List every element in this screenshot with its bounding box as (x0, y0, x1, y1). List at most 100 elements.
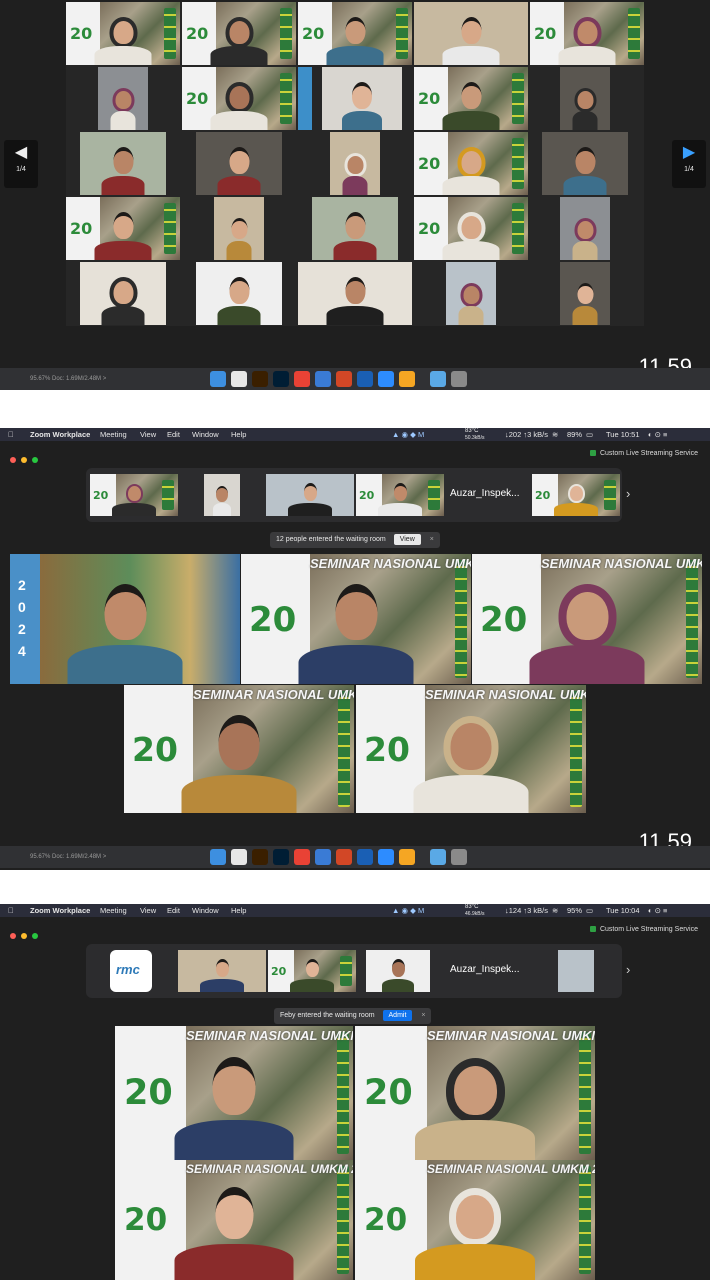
window-controls[interactable] (10, 450, 43, 468)
menu-window[interactable]: Window (192, 904, 219, 917)
folder-icon[interactable] (430, 371, 446, 387)
close-window-icon[interactable] (10, 457, 16, 463)
video-tile[interactable] (196, 262, 282, 325)
video-tile[interactable]: 20 (182, 67, 296, 130)
video-tile[interactable] (558, 950, 594, 992)
zoom-window-icon[interactable] (32, 457, 38, 463)
chrome-icon[interactable] (294, 371, 310, 387)
video-tile[interactable]: 20 (414, 197, 528, 260)
menubar-app-name[interactable]: Zoom Workplace (30, 904, 90, 917)
video-tile[interactable]: 20 (268, 950, 356, 992)
minimize-window-icon[interactable] (21, 457, 27, 463)
video-tile[interactable]: 20 (414, 67, 528, 130)
video-tile[interactable]: 20 SEMINAR NASIONAL UMKM 2024 (115, 1160, 353, 1280)
close-notification-icon[interactable]: × (430, 532, 434, 548)
view-waiting-button[interactable]: View (393, 534, 421, 545)
video-tile[interactable] (312, 197, 398, 260)
strip-participant-name[interactable]: Auzar_Inspek... (450, 488, 519, 499)
word-icon[interactable] (357, 849, 373, 865)
video-tile[interactable]: 20 (182, 2, 296, 65)
year-banner-tile[interactable] (298, 67, 312, 130)
video-tile[interactable] (98, 67, 148, 130)
calendar-icon[interactable] (231, 371, 247, 387)
video-tile[interactable] (330, 132, 380, 195)
video-tile[interactable]: 20 SEMINAR NASIONAL UMKM 2024 (356, 685, 586, 813)
video-tile[interactable] (178, 950, 266, 992)
strip-next-button[interactable]: › (626, 486, 630, 501)
presenter-tile-year[interactable]: 2024 (10, 554, 240, 684)
powerpoint-icon[interactable] (336, 371, 352, 387)
video-tile[interactable] (80, 262, 166, 325)
strip-participant-name[interactable]: Auzar_Inspek... (450, 964, 519, 975)
finder-icon[interactable] (210, 849, 226, 865)
video-tile[interactable] (560, 197, 610, 260)
safari-icon[interactable] (315, 371, 331, 387)
chrome-icon[interactable] (294, 849, 310, 865)
menu-edit[interactable]: Edit (167, 904, 180, 917)
minimize-window-icon[interactable] (21, 933, 27, 939)
menu-edit[interactable]: Edit (167, 428, 180, 441)
video-tile[interactable] (446, 262, 496, 325)
menu-meeting[interactable]: Meeting (100, 904, 127, 917)
video-tile[interactable]: 20 SEMINAR NASIONAL UMKM 2024 (355, 1160, 595, 1280)
photoshop-icon[interactable] (273, 371, 289, 387)
illustrator-icon[interactable] (252, 849, 268, 865)
menu-view[interactable]: View (140, 428, 156, 441)
video-tile[interactable] (542, 132, 628, 195)
powerpoint-icon[interactable] (336, 849, 352, 865)
close-notification-icon[interactable]: × (421, 1008, 425, 1024)
video-tile[interactable]: 20 (356, 474, 444, 516)
video-tile[interactable]: 20 (66, 197, 180, 260)
zoom-icon[interactable] (378, 849, 394, 865)
video-tile[interactable]: 20 SEMINAR NASIONAL UMKM 2024 (124, 685, 354, 813)
menu-help[interactable]: Help (231, 904, 246, 917)
video-tile[interactable] (560, 67, 610, 130)
prev-page-button[interactable]: ◀ 1/4 (4, 140, 38, 188)
zoom-window-icon[interactable] (32, 933, 38, 939)
menu-view[interactable]: View (140, 904, 156, 917)
video-tile[interactable] (214, 197, 264, 260)
admit-button[interactable]: Admit (382, 1010, 413, 1021)
video-tile[interactable] (204, 474, 240, 516)
trash-icon[interactable] (451, 849, 467, 865)
next-page-button[interactable]: ▶ 1/4 (672, 140, 706, 188)
video-tile[interactable]: 20 (414, 132, 528, 195)
video-tile[interactable] (560, 262, 610, 325)
video-tile[interactable]: 20 (530, 2, 644, 65)
trash-icon[interactable] (451, 371, 467, 387)
menu-help[interactable]: Help (231, 428, 246, 441)
video-tile[interactable]: 20 (298, 2, 412, 65)
video-tile[interactable]: 20 SEMINAR NASIONAL UMKM 2024 (355, 1026, 595, 1160)
photoshop-icon[interactable] (273, 849, 289, 865)
illustrator-icon[interactable] (252, 371, 268, 387)
apple-icon[interactable]:  (8, 904, 14, 917)
vlc-icon[interactable] (399, 371, 415, 387)
strip-next-button[interactable]: › (626, 962, 630, 977)
video-tile[interactable]: 20 (90, 474, 178, 516)
video-tile[interactable]: 20 (532, 474, 620, 516)
video-tile[interactable]: 20 (66, 2, 180, 65)
video-tile[interactable] (266, 474, 354, 516)
video-tile[interactable]: 20 SEMINAR NASIONAL UMKM 2024 (115, 1026, 353, 1160)
host-logo-tile[interactable]: rmc (110, 950, 152, 992)
word-icon[interactable] (357, 371, 373, 387)
video-tile[interactable] (414, 2, 528, 65)
safari-icon[interactable] (315, 849, 331, 865)
calendar-icon[interactable] (231, 849, 247, 865)
video-tile[interactable] (196, 132, 282, 195)
video-tile[interactable]: 20 SEMINAR NASIONAL UMKM 2024 (241, 554, 471, 684)
video-tile[interactable] (366, 950, 430, 992)
menubar-app-name[interactable]: Zoom Workplace (30, 428, 90, 441)
menu-window[interactable]: Window (192, 428, 219, 441)
window-controls[interactable] (10, 926, 43, 944)
apple-icon[interactable]:  (8, 428, 14, 441)
folder-icon[interactable] (430, 849, 446, 865)
vlc-icon[interactable] (399, 849, 415, 865)
menu-meeting[interactable]: Meeting (100, 428, 127, 441)
close-window-icon[interactable] (10, 933, 16, 939)
video-tile[interactable] (298, 262, 412, 325)
video-tile[interactable] (80, 132, 166, 195)
finder-icon[interactable] (210, 371, 226, 387)
zoom-icon[interactable] (378, 371, 394, 387)
video-tile[interactable]: 20 SEMINAR NASIONAL UMKM 2024 (472, 554, 702, 684)
